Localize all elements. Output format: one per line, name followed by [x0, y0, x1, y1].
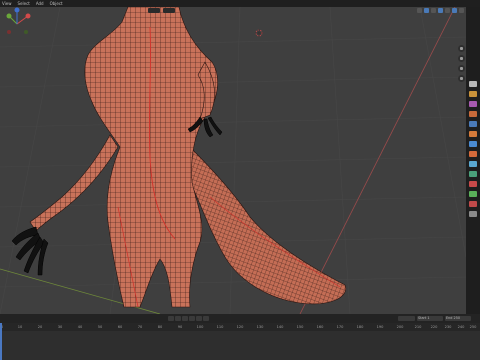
viewport-header-center [148, 8, 175, 13]
wireframe-shading-icon[interactable] [445, 8, 450, 13]
grid-icon[interactable] [458, 75, 465, 82]
ruler-tick: 80 [157, 325, 163, 329]
menu-object[interactable]: Object [50, 0, 63, 7]
zoom-icon[interactable] [458, 45, 465, 52]
x-axis-line [299, 7, 456, 314]
ruler-tick: 90 [177, 325, 183, 329]
ruler-tick: 20 [37, 325, 43, 329]
start-frame-label: Start [418, 316, 427, 320]
camera-icon[interactable] [458, 65, 465, 72]
navigation-buttons [458, 45, 465, 82]
overlay-icon[interactable] [431, 8, 436, 13]
frame-range-fields: Start 1 End 250 [398, 316, 471, 321]
ruler-tick: 160 [316, 325, 324, 329]
end-frame-field[interactable]: End 250 [445, 316, 471, 321]
ruler-tick: 10 [17, 325, 23, 329]
timeline-header: Start 1 End 250 [0, 314, 480, 323]
jump-start-button[interactable] [168, 316, 174, 321]
ruler-tick: 170 [336, 325, 344, 329]
end-frame-value: 250 [453, 316, 461, 320]
ruler-tick: 210 [414, 325, 422, 329]
solid-shading-icon[interactable] [452, 8, 457, 13]
menu-add[interactable]: Add [36, 0, 44, 7]
play-reverse-button[interactable] [182, 316, 188, 321]
ruler-tick: 130 [256, 325, 264, 329]
world-tab-icon[interactable] [469, 131, 477, 137]
visibility-icon[interactable] [417, 8, 422, 13]
left-arm-mesh [29, 134, 119, 232]
menu-select[interactable]: Select [18, 0, 30, 7]
ruler-tick: 60 [117, 325, 123, 329]
properties-tab-strip [466, 7, 480, 314]
left-hand-claws [11, 226, 49, 276]
character-mesh[interactable] [29, 7, 347, 308]
data-tab-icon[interactable] [469, 191, 477, 197]
tail-mesh [179, 136, 347, 305]
ruler-tick: 50 [97, 325, 103, 329]
play-button[interactable] [189, 316, 195, 321]
gizmo-toggle-icon[interactable] [424, 8, 429, 13]
material-shading-icon[interactable] [459, 8, 464, 13]
viewport-header-right [417, 8, 464, 13]
pan-hand-icon[interactable] [458, 55, 465, 62]
object-tab-icon[interactable] [469, 141, 477, 147]
prev-keyframe-button[interactable] [175, 316, 181, 321]
ruler-tick: 110 [216, 325, 224, 329]
transform-orientation-dropdown[interactable] [148, 8, 160, 13]
ruler-tick: 230 [444, 325, 452, 329]
ruler-tick: 120 [236, 325, 244, 329]
material-tab-icon[interactable] [469, 201, 477, 207]
scene-tab-icon[interactable] [469, 121, 477, 127]
ruler-tick: 140 [276, 325, 284, 329]
3d-cursor[interactable] [255, 29, 263, 37]
pivot-dropdown[interactable] [163, 8, 175, 13]
3d-viewport[interactable] [0, 7, 466, 314]
ruler-tick: 240 [457, 325, 465, 329]
ruler-tick: 220 [430, 325, 438, 329]
start-frame-field[interactable]: Start 1 [417, 316, 443, 321]
end-frame-label: End [446, 316, 453, 320]
frame-ruler[interactable]: 0 10 20 30 40 50 60 70 80 90 100 110 120… [0, 323, 480, 331]
xray-icon[interactable] [438, 8, 443, 13]
jump-end-button[interactable] [203, 316, 209, 321]
scene-canvas [0, 7, 466, 314]
output-tab-icon[interactable] [469, 101, 477, 107]
render-tab-icon[interactable] [469, 91, 477, 97]
ruler-tick: 250 [469, 325, 477, 329]
navigation-gizmo[interactable] [0, 7, 34, 41]
next-keyframe-button[interactable] [196, 316, 202, 321]
timeline-area[interactable]: 0 10 20 30 40 50 60 70 80 90 100 110 120… [0, 323, 480, 360]
ruler-tick: 200 [396, 325, 404, 329]
menu-view[interactable]: View [2, 0, 12, 7]
modifier-tab-icon[interactable] [469, 151, 477, 157]
physics-tab-icon[interactable] [469, 171, 477, 177]
ruler-tick: 40 [77, 325, 83, 329]
ruler-tick: 190 [376, 325, 384, 329]
playhead[interactable] [0, 323, 2, 360]
particles-tab-icon[interactable] [469, 161, 477, 167]
tool-tab-icon[interactable] [469, 81, 477, 87]
playback-controls [168, 316, 209, 321]
texture-tab-icon[interactable] [469, 211, 477, 217]
ruler-tick: 70 [137, 325, 143, 329]
ruler-tick: 30 [57, 325, 63, 329]
ruler-tick: 150 [296, 325, 304, 329]
start-frame-value: 1 [427, 316, 430, 320]
ruler-tick: 100 [196, 325, 204, 329]
top-menu-bar: View Select Add Object [0, 0, 480, 7]
ruler-tick: 180 [356, 325, 364, 329]
view-layer-tab-icon[interactable] [469, 111, 477, 117]
constraints-tab-icon[interactable] [469, 181, 477, 187]
current-frame-field[interactable] [398, 316, 415, 321]
